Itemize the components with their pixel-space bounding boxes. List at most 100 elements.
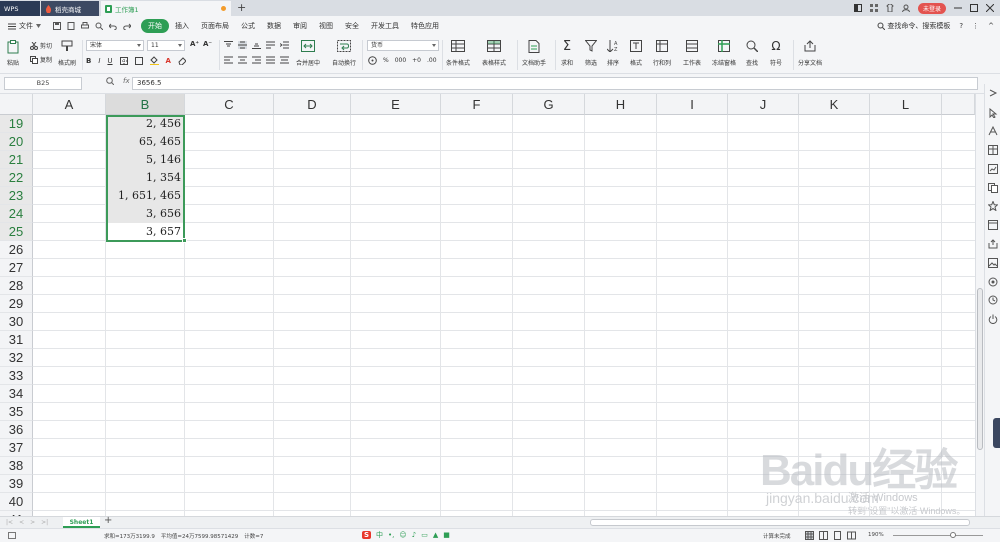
hamburger-icon[interactable] [8,23,16,30]
italic-icon[interactable]: I [98,57,100,65]
scrollbar-thumb[interactable] [977,288,983,450]
menu-special[interactable]: 特色应用 [411,21,439,31]
menu-start[interactable]: 开始 [141,19,169,33]
filter-button[interactable]: 筛选 [585,40,597,67]
history-icon[interactable] [988,295,998,305]
login-badge[interactable]: 未登录 [917,2,946,14]
row-col-button[interactable]: 行和列 [653,40,671,67]
tab-docer-store[interactable]: 稻壳商城 [41,1,99,16]
copy-page-icon[interactable] [988,183,998,193]
justify-icon[interactable] [266,56,275,64]
ime-skin-icon[interactable]: ▲ [433,531,438,539]
menu-developer[interactable]: 开发工具 [371,21,399,31]
row-header[interactable]: 34 [0,385,33,403]
align-right-icon[interactable] [252,56,261,64]
save-icon[interactable] [53,22,61,30]
format-painter-button[interactable]: 格式刷 [58,40,76,67]
tab-workbook[interactable]: 工作簿1 [101,1,231,16]
column-header-m[interactable] [942,94,975,115]
fx-icon[interactable]: fx [123,77,130,85]
minimize-icon[interactable] [954,4,962,12]
decrease-font-icon[interactable]: A⁻ [203,40,212,48]
increase-font-icon[interactable]: A⁺ [190,40,199,48]
sum-button[interactable]: Σ 求和 [561,40,573,67]
sort-button[interactable]: AZ 排序 [607,40,619,67]
user-icon[interactable] [901,4,910,12]
more-options-icon[interactable]: ⋮ [972,22,979,30]
add-sheet-button[interactable]: + [104,515,112,526]
macro-icon[interactable] [8,532,16,539]
next-sheet-icon[interactable]: > [30,519,35,526]
format-button[interactable]: 格式 [630,40,642,67]
ime-mic-icon[interactable]: ♪ [412,531,416,539]
menu-view[interactable]: 视图 [319,21,333,31]
first-sheet-icon[interactable]: |< [6,519,13,526]
menu-review[interactable]: 审阅 [293,21,307,31]
analysis-icon[interactable] [988,164,998,174]
paste-button[interactable]: 粘贴 [6,40,20,67]
cell-b25[interactable]: 3, 657 [106,223,185,241]
sogou-icon[interactable]: S [362,531,372,539]
copy-button[interactable]: 复制 [30,55,52,64]
fill-color-icon[interactable] [149,56,159,65]
menu-security[interactable]: 安全 [345,21,359,31]
number-format-select[interactable]: 货币 [367,40,439,51]
formula-input[interactable]: 3656.5 [132,77,978,90]
column-header-c[interactable]: C [185,94,274,115]
export-pdf-icon[interactable] [67,22,75,30]
new-tab-button[interactable]: + [237,1,246,14]
row-header[interactable]: 28 [0,277,33,295]
bold-icon[interactable]: B [86,57,91,65]
font-color-icon[interactable]: A [166,57,171,65]
ime-emoji-icon[interactable]: ☺ [399,531,406,539]
row-header[interactable]: 26 [0,241,33,259]
sheet-tab-sheet1[interactable]: Sheet1 [63,517,100,528]
row-header[interactable]: 33 [0,367,33,385]
image-icon[interactable] [988,258,998,268]
worksheet-button[interactable]: 工作表 [683,40,701,67]
symbol-button[interactable]: Ω 符号 [770,40,782,67]
text-direction-icon[interactable] [266,41,275,49]
row-header[interactable]: 38 [0,457,33,475]
find-button[interactable]: 查找 [746,40,758,67]
align-middle-icon[interactable] [238,41,247,49]
share-button[interactable]: 分享文档 [798,40,822,67]
row-header[interactable]: 40 [0,493,33,511]
row-header[interactable]: 25 [0,223,33,241]
row-header[interactable]: 37 [0,439,33,457]
close-window-icon[interactable] [986,4,994,12]
font-size-select[interactable]: 11 [147,40,185,51]
tab-close-icon[interactable] [221,6,226,11]
print-preview-icon[interactable] [95,22,103,30]
border-icon[interactable] [119,56,128,65]
row-header[interactable]: 31 [0,331,33,349]
row-header[interactable]: 36 [0,421,33,439]
column-header-b[interactable]: B [106,94,185,115]
cut-button[interactable]: 剪切 [30,41,52,50]
expand-icon[interactable] [988,88,998,98]
spreadsheet-grid[interactable]: A B C D E F G H I J K L 19 20 21 22 23 24 25 26… [0,94,975,516]
column-header-f[interactable]: F [441,94,513,115]
row-header[interactable]: 21 [0,151,33,169]
menu-page-layout[interactable]: 页面布局 [201,21,229,31]
freeze-panes-button[interactable]: 冻结窗格 [712,40,736,67]
undo-icon[interactable] [109,22,117,30]
row-header[interactable]: 19 [0,115,33,133]
reading-mode-icon[interactable] [847,531,856,540]
row-header[interactable]: 20 [0,133,33,151]
normal-view-icon[interactable] [805,531,814,540]
vertical-scrollbar[interactable] [975,94,984,516]
row-header[interactable]: 27 [0,259,33,277]
star-icon[interactable] [988,201,998,211]
tab-wps[interactable]: WPS [0,1,40,16]
print-icon[interactable] [81,22,89,30]
sidebar-collapse-tab[interactable] [993,418,1000,448]
style-icon[interactable] [988,126,998,136]
help-icon[interactable]: ? [959,22,963,30]
zoom-slider-knob[interactable] [950,532,956,538]
panel-icon[interactable] [988,220,998,230]
merge-center-button[interactable]: 合并居中 [296,40,320,67]
cell-b22[interactable]: 1, 354 [106,169,185,187]
doc-helper-button[interactable]: 文档助手 [522,40,546,67]
indent-icon[interactable] [280,41,289,49]
